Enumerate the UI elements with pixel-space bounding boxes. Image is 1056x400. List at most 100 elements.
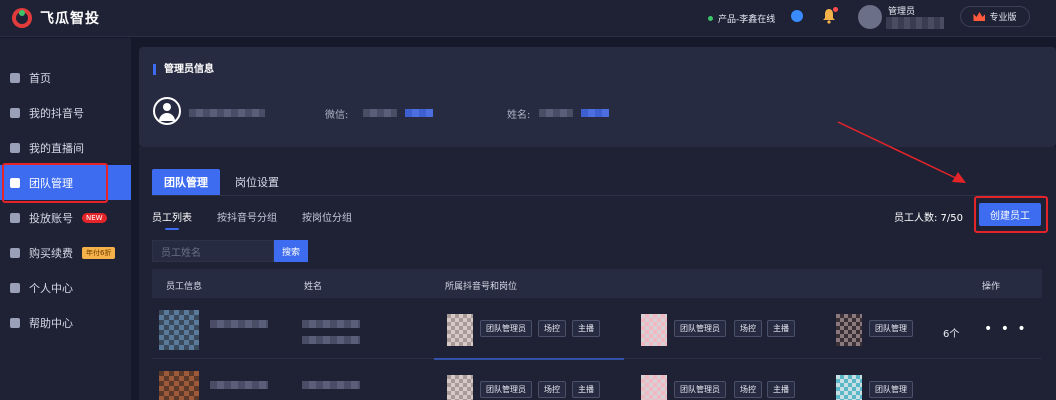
online-status: 产品-李鑫在线 (708, 12, 775, 25)
table-row[interactable]: 团队管理员 场控 主播 团队管理员 场控 主播 团队管理 6个 • • • (152, 299, 1042, 360)
douyin-avatar (836, 314, 862, 346)
sidebar-item-label: 投放账号 (29, 211, 73, 225)
bell-icon[interactable] (822, 7, 838, 24)
sidebar-item-home[interactable]: 首页 (0, 60, 131, 95)
sidebar-item-label: 我的直播间 (29, 141, 84, 155)
home-icon (10, 72, 20, 83)
tv-icon (10, 142, 20, 153)
employee-info-blurred (210, 381, 268, 389)
role-tag: 团队管理员 (480, 381, 532, 398)
team-panel: 团队管理 岗位设置 员工列表 按抖音号分组 按岗位分组 员工人数: 7/50 创… (139, 121, 1056, 400)
notification-dot-icon (833, 7, 838, 12)
douyin-avatar (836, 375, 862, 400)
name-value-blurred-2 (581, 109, 609, 117)
subtab-by-position[interactable]: 按岗位分组 (302, 209, 352, 224)
role-tag: 场控 (538, 381, 566, 398)
card-icon (10, 247, 20, 258)
staff-count: 员工人数: 7/50 (894, 213, 964, 224)
sidebar-item-help-center[interactable]: 帮助中心 (0, 305, 131, 340)
sidebar-item-my-live-room[interactable]: 我的直播间 (0, 130, 131, 165)
douyin-avatar (447, 314, 473, 346)
subtab-staff-list[interactable]: 员工列表 (152, 209, 192, 224)
role-tag: 场控 (734, 381, 762, 398)
role-tag: 团队管理员 (674, 381, 726, 398)
user-name: 管理员 (888, 7, 916, 17)
send-icon (10, 212, 20, 223)
user-account-blurred (886, 17, 944, 29)
user-avatar[interactable] (858, 5, 882, 29)
sidebar-item-label: 帮助中心 (29, 316, 73, 330)
main-content: 管理员信息 微信: 姓名: 团队管理 岗位设置 员工列表 按抖音号分组 按岗位分… (139, 47, 1056, 400)
column-header: 姓名 (304, 282, 323, 292)
new-badge: NEW (82, 212, 107, 223)
table-row[interactable]: 团队管理员 场控 主播 团队管理员 场控 主播 团队管理 (152, 360, 1042, 400)
search-button[interactable]: 搜索 (274, 240, 308, 262)
sidebar-item-purchase[interactable]: 购买续费 年付6折 (0, 235, 131, 270)
douyin-avatar (641, 314, 667, 346)
top-bar: 飞瓜智投 产品-李鑫在线 管理员 专业版 (0, 0, 1056, 37)
annotation-arrow-icon (837, 121, 966, 183)
column-header: 所属抖音号和岗位 (445, 282, 518, 292)
role-tag: 团队管理 (869, 320, 913, 337)
role-tag: 主播 (572, 320, 600, 337)
brand-logo[interactable]: 飞瓜智投 (12, 8, 100, 28)
douyin-avatar (447, 375, 473, 400)
employee-avatar (159, 371, 199, 400)
name-value-blurred (539, 109, 573, 117)
more-actions-icon[interactable]: • • • (984, 321, 1028, 337)
tab-team-management[interactable]: 团队管理 (152, 169, 220, 195)
role-tag: 团队管理员 (674, 320, 726, 337)
online-dot-icon (708, 16, 713, 21)
logo-icon (12, 8, 32, 28)
douyin-avatar (641, 375, 667, 400)
tab-position-settings[interactable]: 岗位设置 (223, 169, 291, 195)
tab-divider (152, 195, 1042, 196)
wechat-value-blurred-2 (405, 109, 433, 117)
employee-info-blurred (210, 320, 268, 328)
admin-account-blurred (189, 109, 265, 117)
crown-icon (973, 12, 986, 21)
role-tag: 场控 (734, 320, 762, 337)
employee-avatar (159, 310, 199, 350)
user-icon (10, 282, 20, 293)
employee-search-input[interactable]: 员工姓名 (152, 240, 274, 262)
sidebar: 首页 我的抖音号 我的直播间 团队管理 投放账号 NEW 购买续费 年付6折 个… (0, 38, 131, 400)
subtab-underline (165, 228, 179, 230)
wechat-value-blurred (363, 109, 397, 117)
role-tag: 主播 (767, 320, 795, 337)
employee-name-blurred-2 (302, 336, 360, 344)
table-header: 员工信息 姓名 所属抖音号和岗位 操作 (152, 269, 1042, 298)
sidebar-item-label: 个人中心 (29, 281, 73, 295)
role-tag: 主播 (572, 381, 600, 398)
role-tag: 团队管理员 (480, 320, 532, 337)
name-label: 姓名: (507, 110, 531, 121)
sidebar-item-label: 购买续费 (29, 246, 73, 260)
column-header: 员工信息 (166, 282, 203, 292)
discount-badge: 年付6折 (82, 246, 116, 259)
sidebar-item-personal-center[interactable]: 个人中心 (0, 270, 131, 305)
annotation-highlight-box (2, 163, 108, 203)
sidebar-item-ad-accounts[interactable]: 投放账号 NEW (0, 200, 131, 235)
sidebar-item-label: 我的抖音号 (29, 106, 84, 120)
role-tag: 主播 (767, 381, 795, 398)
role-tag: 场控 (538, 320, 566, 337)
role-tag: 团队管理 (869, 381, 913, 398)
admin-avatar-icon (153, 97, 181, 125)
chat-icon[interactable] (791, 10, 803, 22)
annotation-highlight-box (974, 196, 1048, 233)
sidebar-item-my-douyin[interactable]: 我的抖音号 (0, 95, 131, 130)
online-status-text: 产品-李鑫在线 (718, 15, 776, 25)
column-header: 操作 (982, 282, 1001, 292)
subtab-by-douyin[interactable]: 按抖音号分组 (217, 209, 277, 224)
employee-name-blurred (302, 320, 360, 328)
help-icon (10, 317, 20, 328)
plan-badge[interactable]: 专业版 (960, 6, 1030, 27)
brand-name: 飞瓜智投 (40, 11, 100, 27)
douyin-count[interactable]: 6个 (943, 325, 959, 340)
sidebar-item-label: 首页 (29, 71, 51, 85)
plan-label: 专业版 (989, 13, 1017, 23)
section-title: 管理员信息 (153, 64, 214, 75)
list-icon (10, 107, 20, 118)
employee-name-blurred (302, 381, 360, 389)
wechat-label: 微信: (325, 110, 349, 121)
